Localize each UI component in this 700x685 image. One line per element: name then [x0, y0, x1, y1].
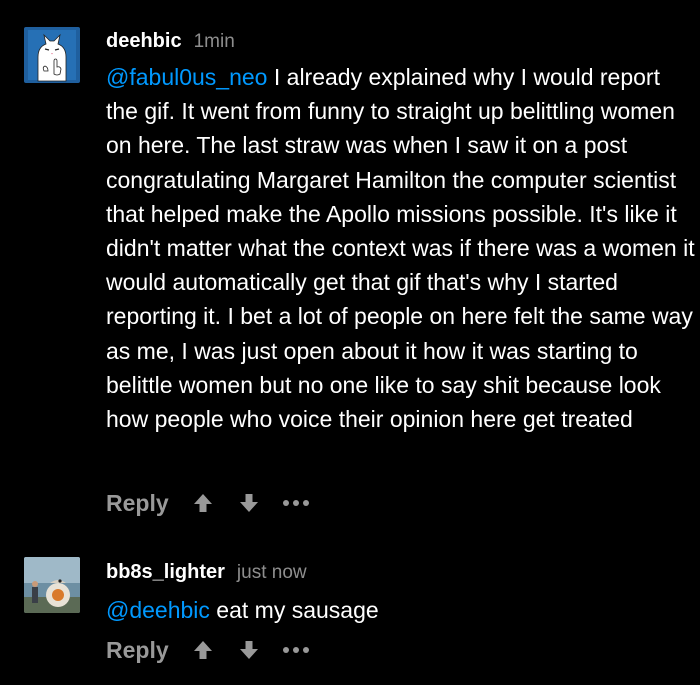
- upvote-arrow-icon[interactable]: [191, 491, 215, 515]
- comment-header: bb8s_lighter just now: [106, 561, 307, 589]
- comment-actions: Reply: [106, 635, 311, 665]
- timestamp: 1min: [193, 31, 235, 52]
- more-dots-icon[interactable]: [281, 491, 311, 515]
- avatar[interactable]: [24, 27, 80, 83]
- comment-body: eat my sausage: [209, 597, 379, 623]
- mention-link[interactable]: @deehbic: [106, 597, 210, 623]
- username[interactable]: deehbic: [106, 30, 182, 53]
- downvote-arrow-icon[interactable]: [237, 491, 261, 515]
- reply-button[interactable]: Reply: [106, 637, 169, 664]
- comment-body: I already explained why I would report t…: [106, 64, 695, 433]
- timestamp: just now: [236, 562, 307, 583]
- comment-text: @fabul0us_neo I already explained why I …: [106, 60, 696, 436]
- comment-header: deehbic 1min: [106, 30, 235, 58]
- upvote-arrow-icon[interactable]: [191, 638, 215, 662]
- username[interactable]: bb8s_lighter: [106, 561, 225, 584]
- robot-photo-avatar-icon: [24, 557, 80, 613]
- mention-link[interactable]: @fabul0us_neo: [106, 64, 267, 90]
- reply-button[interactable]: Reply: [106, 490, 169, 517]
- cat-avatar-icon: [24, 27, 80, 83]
- downvote-arrow-icon[interactable]: [237, 638, 261, 662]
- avatar[interactable]: [24, 557, 80, 613]
- comment-actions: Reply: [106, 488, 311, 518]
- more-dots-icon[interactable]: [281, 638, 311, 662]
- comment-text: @deehbic eat my sausage: [106, 593, 696, 627]
